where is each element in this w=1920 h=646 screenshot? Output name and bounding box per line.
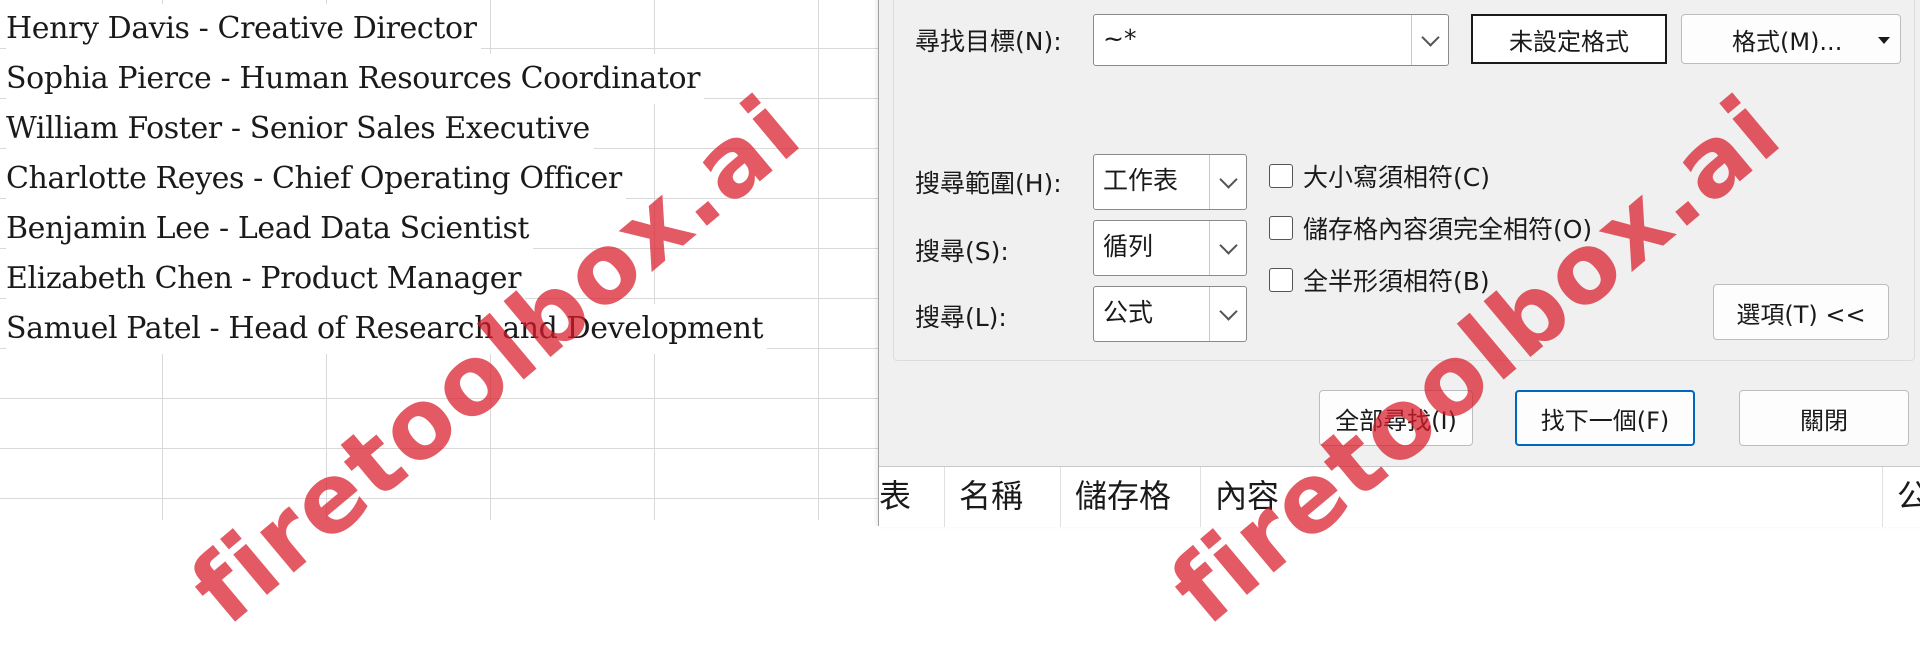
- row-divider: [0, 398, 880, 399]
- match-entire-option[interactable]: 儲存格內容須完全相符(O): [1269, 210, 1592, 246]
- chevron-down-icon: [1218, 235, 1238, 255]
- results-list-header: 表 名稱 儲存格 內容 公式: [879, 466, 1920, 527]
- cell-a5[interactable]: Benjamin Lee - Lead Data Scientist: [6, 204, 534, 254]
- column-header-cell[interactable]: 儲存格: [1061, 467, 1201, 527]
- column-header-name[interactable]: 名稱: [945, 467, 1061, 527]
- match-byte-label: 全半形須相符(B): [1303, 267, 1490, 296]
- match-byte-option[interactable]: 全半形須相符(B): [1269, 262, 1490, 298]
- find-all-button[interactable]: 全部尋找(I): [1319, 390, 1473, 446]
- look-in-label: 搜尋(L):: [915, 303, 1007, 332]
- find-what-value[interactable]: ~*: [1103, 15, 1136, 63]
- find-what-combobox[interactable]: ~*: [1093, 14, 1449, 66]
- chevron-down-icon: [1218, 169, 1238, 189]
- column-divider: [818, 0, 819, 520]
- look-in-value: 公式: [1103, 298, 1154, 327]
- row-divider: [0, 448, 880, 449]
- cell-a3[interactable]: William Foster - Senior Sales Executive: [6, 104, 594, 154]
- search-order-select[interactable]: 循列: [1093, 220, 1247, 276]
- find-what-dropdown[interactable]: [1411, 15, 1448, 65]
- find-what-label: 尋找目標(N):: [915, 27, 1062, 56]
- match-case-option[interactable]: 大小寫須相符(C): [1269, 158, 1490, 194]
- search-order-label: 搜尋(S):: [915, 237, 1009, 266]
- cell-a4[interactable]: Charlotte Reyes - Chief Operating Office…: [6, 154, 626, 204]
- match-entire-checkbox[interactable]: [1269, 216, 1293, 240]
- cell-a1[interactable]: Henry Davis - Creative Director: [6, 4, 481, 54]
- format-button-label: 格式(M)...: [1732, 27, 1843, 56]
- column-header-formula[interactable]: 公式: [1883, 467, 1920, 527]
- within-label: 搜尋範圍(H):: [915, 169, 1062, 198]
- search-order-dropdown[interactable]: [1209, 221, 1246, 275]
- cell-a2[interactable]: Sophia Pierce - Human Resources Coordina…: [6, 54, 705, 104]
- cell-a7[interactable]: Samuel Patel - Head of Research and Deve…: [6, 304, 768, 354]
- within-value: 工作表: [1103, 166, 1179, 195]
- format-preview: 未設定格式: [1471, 14, 1667, 64]
- match-byte-checkbox[interactable]: [1269, 268, 1293, 292]
- options-toggle-button[interactable]: 選項(T) <<: [1713, 284, 1889, 340]
- within-dropdown[interactable]: [1209, 155, 1246, 209]
- match-case-checkbox[interactable]: [1269, 164, 1293, 188]
- search-order-value: 循列: [1103, 232, 1154, 261]
- column-header-sheet[interactable]: 表: [865, 467, 945, 527]
- find-next-button[interactable]: 找下一個(F): [1515, 390, 1695, 446]
- within-select[interactable]: 工作表: [1093, 154, 1247, 210]
- column-header-value[interactable]: 內容: [1201, 467, 1883, 527]
- match-entire-label: 儲存格內容須完全相符(O): [1303, 215, 1593, 244]
- cell-a6[interactable]: Elizabeth Chen - Product Manager: [6, 254, 526, 304]
- look-in-select[interactable]: 公式: [1093, 286, 1247, 342]
- spreadsheet-grid[interactable]: Henry Davis - Creative Director Sophia P…: [0, 0, 880, 520]
- chevron-down-icon: [1420, 27, 1440, 47]
- caret-down-icon: [1878, 37, 1890, 44]
- format-button[interactable]: 格式(M)...: [1681, 14, 1901, 64]
- match-case-label: 大小寫須相符(C): [1303, 163, 1490, 192]
- look-in-dropdown[interactable]: [1209, 287, 1246, 341]
- close-button[interactable]: 關閉: [1739, 390, 1909, 446]
- chevron-down-icon: [1218, 301, 1238, 321]
- find-replace-dialog: 尋找目標(N): ~* 未設定格式 格式(M)... 搜尋範圍(H): 工作表 …: [878, 0, 1920, 527]
- row-divider: [0, 498, 880, 499]
